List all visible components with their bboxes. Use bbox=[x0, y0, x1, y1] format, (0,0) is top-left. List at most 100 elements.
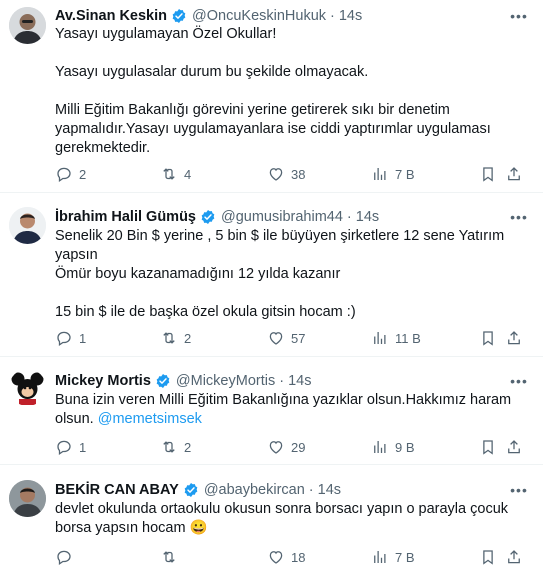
verified-badge-icon bbox=[171, 8, 187, 24]
more-icon[interactable]: ••• bbox=[509, 371, 529, 391]
retweet-icon bbox=[160, 548, 178, 566]
like-button[interactable]: 57 bbox=[267, 328, 305, 348]
tweet-line: devlet okulunda ortaokulu okusun sonra b… bbox=[55, 501, 509, 517]
timestamp[interactable]: 14s bbox=[339, 8, 362, 24]
author-handle[interactable]: @abaybekircan bbox=[204, 482, 305, 498]
author-name[interactable]: İbrahim Halil Gümüş bbox=[55, 209, 196, 225]
views-button[interactable]: 7 B bbox=[371, 164, 415, 184]
tweet-text: Senelik 20 Bin $ yerine , 5 bin $ ile bü… bbox=[55, 227, 525, 322]
views-icon bbox=[371, 165, 389, 183]
bookmark-icon bbox=[479, 438, 497, 456]
bookmark-button[interactable] bbox=[479, 328, 497, 348]
view-count: 9 B bbox=[395, 439, 415, 455]
tweet-line: Buna izin veren Milli Eğitim Bakanlığına… bbox=[55, 392, 512, 408]
bookmark-icon bbox=[479, 548, 497, 566]
tweet-line: yapsın bbox=[55, 247, 98, 263]
more-icon[interactable]: ••• bbox=[509, 6, 529, 26]
heart-icon bbox=[267, 548, 285, 566]
heart-icon bbox=[267, 329, 285, 347]
share-button[interactable] bbox=[505, 164, 523, 184]
reply-icon bbox=[55, 329, 73, 347]
like-count: 29 bbox=[291, 439, 306, 455]
author-name[interactable]: BEKİR CAN ABAY bbox=[55, 482, 179, 498]
tweet-header: BEKİR CAN ABAY @abaybekircan · 14s bbox=[55, 480, 503, 500]
more-icon[interactable]: ••• bbox=[509, 207, 529, 227]
reply-icon bbox=[55, 548, 73, 566]
author-name[interactable]: Mickey Mortis bbox=[55, 373, 151, 389]
view-count: 7 B bbox=[395, 549, 415, 565]
timestamp[interactable]: 14s bbox=[356, 209, 379, 225]
more-icon[interactable]: ••• bbox=[509, 480, 529, 500]
mention-link[interactable]: @memetsimsek bbox=[98, 411, 202, 427]
reply-button[interactable]: 1 bbox=[55, 328, 86, 348]
share-button[interactable] bbox=[505, 328, 523, 348]
verified-badge-icon bbox=[155, 373, 171, 389]
retweet-button[interactable]: 2 bbox=[160, 437, 191, 457]
action-bar: 1 2 57 11 B bbox=[55, 328, 529, 348]
bookmark-icon bbox=[479, 329, 497, 347]
tweet-line: borsa yapsın hocam 😀 bbox=[55, 520, 208, 536]
author-name[interactable]: Av.Sinan Keskin bbox=[55, 8, 167, 24]
reply-button[interactable]: 2 bbox=[55, 164, 86, 184]
avatar[interactable] bbox=[9, 207, 46, 244]
tweet-2[interactable]: İbrahim Halil Gümüş @gumusibrahim44 · 14… bbox=[0, 193, 543, 357]
separator-dot: · bbox=[346, 209, 352, 225]
author-handle[interactable]: @MickeyMortis bbox=[176, 373, 275, 389]
tweet-line: yapmalıdır.Yasayı uygulamayanlara ise ci… bbox=[55, 121, 491, 137]
action-bar: 1 2 29 9 B bbox=[55, 437, 529, 457]
bookmark-button[interactable] bbox=[479, 437, 497, 457]
bookmark-button[interactable] bbox=[479, 164, 497, 184]
view-count: 7 B bbox=[395, 166, 415, 182]
tweet-4[interactable]: BEKİR CAN ABAY @abaybekircan · 14s ••• d… bbox=[0, 465, 543, 578]
retweet-button[interactable]: 2 bbox=[160, 328, 191, 348]
retweet-count: 2 bbox=[184, 330, 192, 346]
reply-button[interactable] bbox=[55, 547, 73, 567]
like-button[interactable]: 29 bbox=[267, 437, 305, 457]
retweet-button[interactable]: 4 bbox=[160, 164, 191, 184]
tweet-text: devlet okulunda ortaokulu okusun sonra b… bbox=[55, 500, 525, 538]
timestamp[interactable]: 14s bbox=[318, 482, 341, 498]
tweet-3[interactable]: Mickey Mortis @MickeyMortis · 14s ••• Bu… bbox=[0, 357, 543, 465]
reply-icon bbox=[55, 438, 73, 456]
timestamp[interactable]: 14s bbox=[288, 373, 311, 389]
tweet-line-text: olsun. bbox=[55, 411, 98, 427]
bookmark-button[interactable] bbox=[479, 547, 497, 567]
retweet-icon bbox=[160, 438, 178, 456]
views-icon bbox=[371, 548, 389, 566]
views-icon bbox=[371, 438, 389, 456]
tweet-line: olsun. @memetsimsek bbox=[55, 410, 525, 429]
share-button[interactable] bbox=[505, 547, 523, 567]
tweet-header: Mickey Mortis @MickeyMortis · 14s bbox=[55, 371, 503, 391]
retweet-count: 2 bbox=[184, 439, 192, 455]
reply-button[interactable]: 1 bbox=[55, 437, 86, 457]
like-button[interactable]: 18 bbox=[267, 547, 305, 567]
like-count: 18 bbox=[291, 549, 306, 565]
avatar[interactable] bbox=[9, 369, 46, 406]
tweet-header: Av.Sinan Keskin @OncuKeskinHukuk · 14s bbox=[55, 6, 503, 26]
retweet-button[interactable] bbox=[160, 547, 178, 567]
tweet-line: 15 bin $ ile de başka özel okula gitsin … bbox=[55, 304, 356, 320]
heart-icon bbox=[267, 165, 285, 183]
share-button[interactable] bbox=[505, 437, 523, 457]
views-icon bbox=[371, 329, 389, 347]
tweet-1[interactable]: Av.Sinan Keskin @OncuKeskinHukuk · 14s •… bbox=[0, 0, 543, 193]
retweet-icon bbox=[160, 165, 178, 183]
avatar[interactable] bbox=[9, 7, 46, 44]
retweet-count: 4 bbox=[184, 166, 192, 182]
author-handle[interactable]: @gumusibrahim44 bbox=[221, 209, 343, 225]
views-button[interactable]: 9 B bbox=[371, 437, 415, 457]
author-handle[interactable]: @OncuKeskinHukuk bbox=[192, 8, 326, 24]
like-button[interactable]: 38 bbox=[267, 164, 305, 184]
like-count: 57 bbox=[291, 330, 306, 346]
views-button[interactable]: 11 B bbox=[371, 328, 421, 348]
tweet-text: Buna izin veren Milli Eğitim Bakanlığına… bbox=[55, 391, 525, 429]
share-icon bbox=[505, 329, 523, 347]
avatar[interactable] bbox=[9, 480, 46, 517]
tweet-line: Senelik 20 Bin $ yerine , 5 bin $ ile bü… bbox=[55, 228, 505, 244]
reply-count: 1 bbox=[79, 439, 87, 455]
separator-dot: · bbox=[330, 8, 335, 24]
tweet-line: gerekmektedir. bbox=[55, 140, 151, 156]
tweet-line: Ömür boyu kazanamadığını 12 yılda kazanı… bbox=[55, 266, 341, 282]
views-button[interactable]: 7 B bbox=[371, 547, 415, 567]
separator-dot: · bbox=[308, 482, 314, 498]
